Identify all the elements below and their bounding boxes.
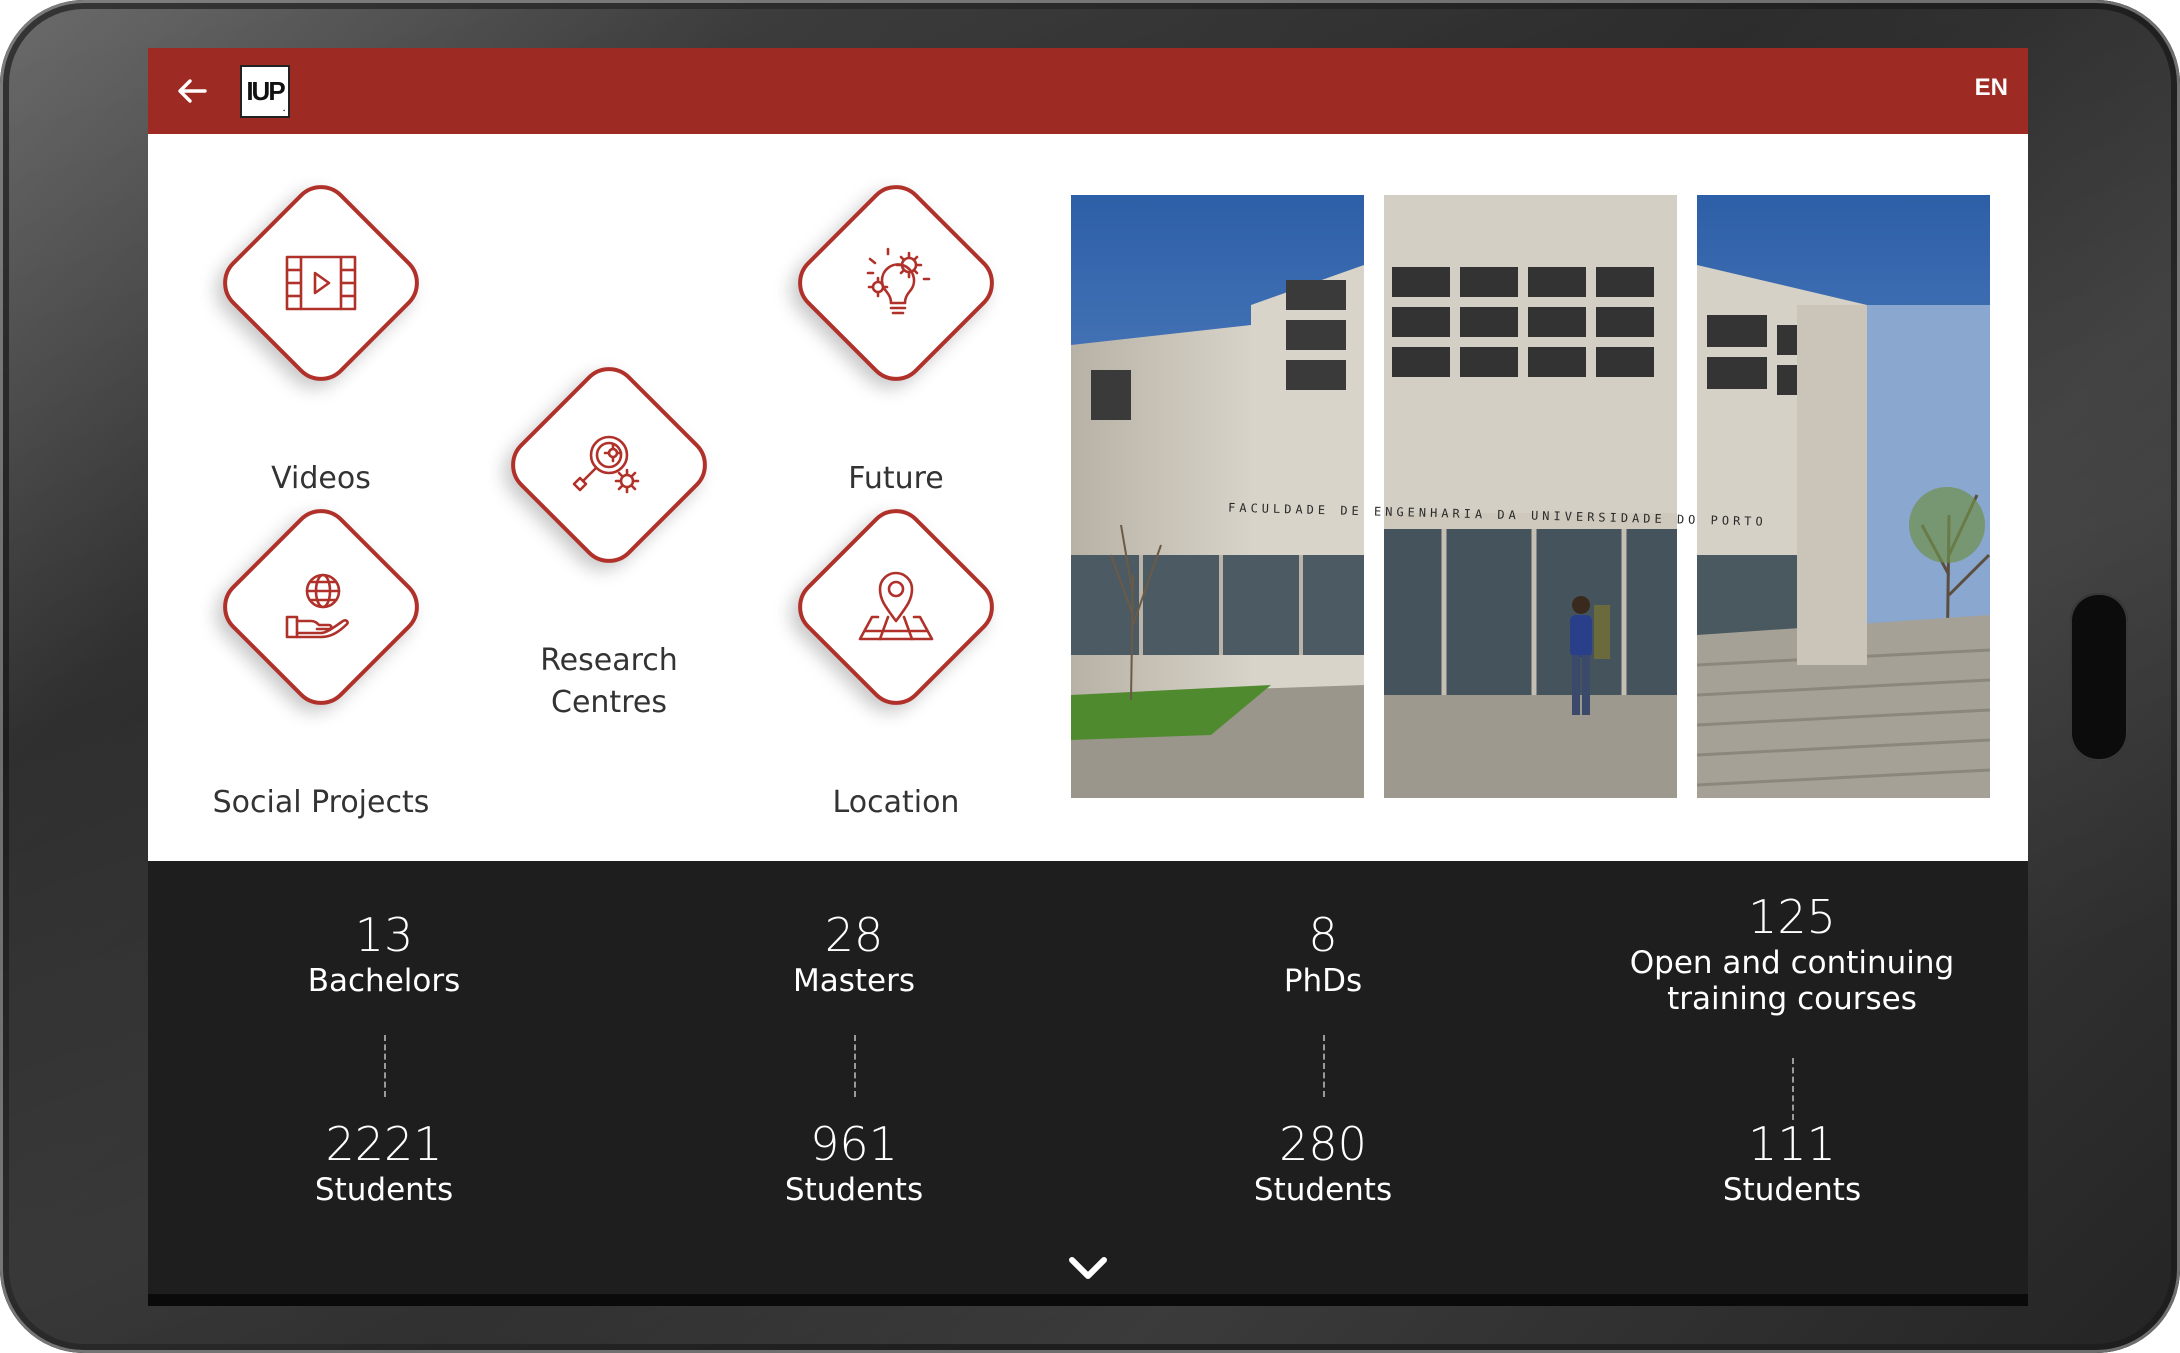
home-button[interactable] xyxy=(2070,593,2128,761)
campus-photo-panel-2 xyxy=(1384,195,1677,798)
tile-label: Social Projects xyxy=(212,785,430,820)
tile-future[interactable]: Future xyxy=(746,172,1046,508)
top-bar: IUP ▪ EN xyxy=(148,48,2028,134)
language-switch[interactable]: EN xyxy=(1975,74,2008,102)
globe-hand-icon xyxy=(285,573,349,639)
stat-count: 8 xyxy=(1308,908,1338,962)
stat-count: 28 xyxy=(824,908,884,962)
stat-count: 13 xyxy=(354,908,414,962)
stat-phds: 8 PhDs xyxy=(1113,907,1533,999)
stat-label: Students xyxy=(784,1172,924,1208)
stat-label-line2: training courses xyxy=(1667,981,1917,1017)
stat-count: 2221 xyxy=(325,1117,443,1171)
logo-mark: ▪ xyxy=(283,108,285,114)
stat-label-line1: Open and continuing xyxy=(1629,945,1955,981)
stat-label: PhDs xyxy=(1283,963,1363,999)
stat-divider xyxy=(1323,1035,1325,1097)
lightbulb-gears-icon xyxy=(866,247,931,315)
stat-masters-students: 961 Students xyxy=(644,1116,1064,1208)
chevron-down-icon[interactable] xyxy=(1066,1254,1110,1284)
tile-videos[interactable]: Videos xyxy=(171,172,471,508)
tile-label: Future xyxy=(848,461,944,496)
map-pin-icon xyxy=(858,571,934,641)
stat-label: Students xyxy=(314,1172,454,1208)
iup-logo[interactable]: IUP ▪ xyxy=(240,65,290,118)
stat-training-students: 111 Students xyxy=(1582,1116,2002,1208)
magnifier-gears-icon xyxy=(572,435,640,494)
stat-count: 280 xyxy=(1279,1117,1367,1171)
stat-bachelors-students: 2221 Students xyxy=(174,1116,594,1208)
tile-label: Location xyxy=(832,785,960,820)
tile-label: Videos xyxy=(271,461,371,496)
back-button[interactable] xyxy=(170,69,214,113)
tile-label-line2: Centres xyxy=(551,685,667,720)
arrow-left-icon xyxy=(178,79,207,103)
app-screen: IUP ▪ EN Videos Future Research Centres … xyxy=(148,48,2028,1306)
stat-training-courses: 125 Open and continuing training courses xyxy=(1582,889,2002,1017)
campus-photo-panel-1 xyxy=(1071,195,1364,798)
film-icon xyxy=(285,255,357,311)
tile-social-projects[interactable]: Social Projects xyxy=(171,496,471,832)
stat-label: Students xyxy=(1253,1172,1393,1208)
stat-masters: 28 Masters xyxy=(644,907,1064,999)
tile-label-line1: Research xyxy=(540,643,678,678)
campus-photo-panel-3 xyxy=(1697,195,1990,798)
stat-divider xyxy=(854,1035,856,1097)
stat-label: Bachelors xyxy=(307,963,461,999)
stat-divider xyxy=(1792,1058,1794,1120)
stat-phds-students: 280 Students xyxy=(1113,1116,1533,1208)
tile-research-centres[interactable]: Research Centres xyxy=(459,354,759,760)
stat-divider xyxy=(384,1035,386,1097)
stat-count: 961 xyxy=(810,1117,898,1171)
stat-bachelors: 13 Bachelors xyxy=(174,907,594,999)
stat-count: 125 xyxy=(1748,890,1836,944)
stat-label: Masters xyxy=(792,963,916,999)
logo-text: IUP xyxy=(246,76,285,106)
tile-location[interactable]: Location xyxy=(746,496,1046,832)
stat-label: Students xyxy=(1722,1172,1862,1208)
stat-count: 111 xyxy=(1748,1117,1836,1171)
